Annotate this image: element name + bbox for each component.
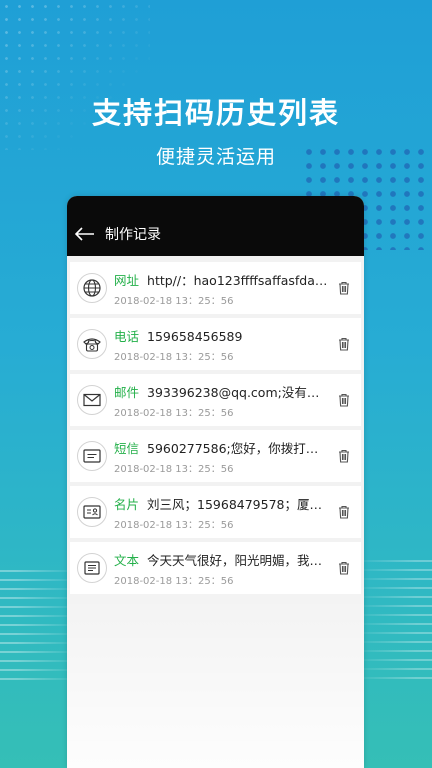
trash-icon[interactable] bbox=[337, 393, 351, 407]
record-time: 2018-02-18 13：25：56 bbox=[114, 351, 234, 363]
trash-icon[interactable] bbox=[337, 449, 351, 463]
record-time: 2018-02-18 13：25：56 bbox=[114, 463, 234, 475]
record-list: 网址 http//：hao123ffffsaffasfdaffasdf 2018-… bbox=[67, 256, 364, 594]
record-content: 159658456589 bbox=[147, 328, 243, 344]
list-item[interactable]: 名片 刘三风；15968479578；厦门市 2018-02-18 13：25：5… bbox=[70, 486, 361, 538]
record-content: 393396238@qq.com;没有做完的事情 bbox=[147, 384, 330, 400]
page-title: 制作记录 bbox=[105, 226, 161, 243]
sms-icon bbox=[77, 441, 107, 471]
record-type: 文本 bbox=[114, 552, 140, 568]
record-time: 2018-02-18 13：25：56 bbox=[114, 519, 234, 531]
trash-icon[interactable] bbox=[337, 337, 351, 351]
bottom-fade bbox=[67, 578, 364, 768]
promo-headline: 支持扫码历史列表 bbox=[91, 96, 340, 130]
record-content: 今天天气很好，阳光明媚，我们去 bbox=[147, 552, 330, 568]
list-item[interactable]: 短信 5960277586;您好，你拨打的电话 2018-02-18 13：25：… bbox=[70, 430, 361, 482]
globe-icon bbox=[77, 273, 107, 303]
record-time: 2018-02-18 13：25：56 bbox=[114, 407, 234, 419]
trash-icon[interactable] bbox=[337, 561, 351, 575]
back-arrow-icon[interactable] bbox=[73, 222, 97, 246]
record-type: 电话 bbox=[114, 328, 140, 344]
record-type: 邮件 bbox=[114, 384, 140, 400]
list-item[interactable]: 邮件 393396238@qq.com;没有做完的事情 2018-02-18 13… bbox=[70, 374, 361, 426]
record-type: 短信 bbox=[114, 440, 140, 456]
list-item[interactable]: 电话 159658456589 2018-02-18 13：25：56 bbox=[70, 318, 361, 370]
record-content: http//：hao123ffffsaffasfdaffasdf bbox=[147, 272, 330, 288]
trash-icon[interactable] bbox=[337, 505, 351, 519]
phone-icon bbox=[77, 329, 107, 359]
record-type: 网址 bbox=[114, 272, 140, 288]
card-icon bbox=[77, 497, 107, 527]
list-item[interactable]: 网址 http//：hao123ffffsaffasfdaffasdf 2018-… bbox=[70, 262, 361, 314]
phone-screen: 制作记录 网址 http//：hao123ffffsaffasfdaffasdf … bbox=[67, 196, 364, 768]
record-content: 刘三风；15968479578；厦门市 bbox=[147, 496, 330, 512]
record-time: 2018-02-18 13：25：56 bbox=[114, 295, 234, 307]
trash-icon[interactable] bbox=[337, 281, 351, 295]
promo-subline: 便捷灵活运用 bbox=[155, 146, 276, 168]
app-bar: 制作记录 bbox=[67, 196, 364, 256]
record-type: 名片 bbox=[114, 496, 140, 512]
record-content: 5960277586;您好，你拨打的电话 bbox=[147, 440, 330, 456]
mail-icon bbox=[77, 385, 107, 415]
decor-stripes-right bbox=[352, 560, 432, 680]
